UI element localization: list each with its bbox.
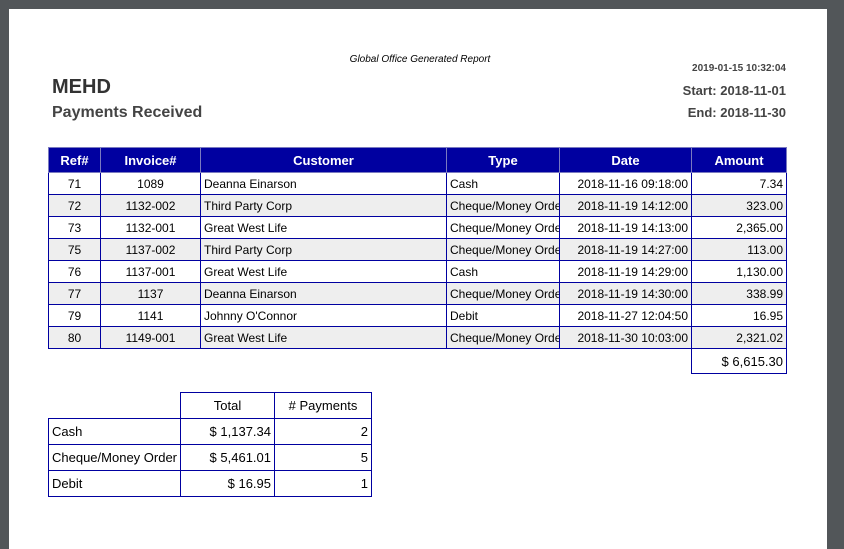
invoice-cell: 1149-001 [100,326,201,349]
summary-row: Debit $ 16.95 1 [48,470,372,497]
date-cell: 2018-11-19 14:13:00 [559,216,692,239]
invoice-cell: 1137 [100,282,201,305]
ref-cell: 76 [48,260,101,283]
column-header-invoice: Invoice# [100,147,201,173]
amount-cell: 1,130.00 [691,260,787,283]
report-start-date: Start: 2018-11-01 [682,83,786,98]
summary-header-payments: # Payments [274,392,372,419]
report-generated-label: Global Office Generated Report [349,54,491,65]
date-cell: 2018-11-30 10:03:00 [559,326,692,349]
customer-cell: Johnny O'Connor [200,304,447,327]
invoice-cell: 1141 [100,304,201,327]
column-header-ref: Ref# [48,147,101,173]
date-cell: 2018-11-19 14:29:00 [559,260,692,283]
payments-header-row: Ref# Invoice# Customer Type Date Amount [48,147,787,173]
type-cell: Cheque/Money Orde [446,194,560,217]
summary-total-cell: $ 1,137.34 [180,418,275,445]
ref-cell: 72 [48,194,101,217]
summary-total-cell: $ 5,461.01 [180,444,275,471]
summary-row: Cheque/Money Order $ 5,461.01 5 [48,444,372,471]
column-header-customer: Customer [200,147,447,173]
table-row: 79 1141 Johnny O'Connor Debit 2018-11-27… [48,304,787,327]
customer-cell: Third Party Corp [200,238,447,261]
amount-cell: 323.00 [691,194,787,217]
date-cell: 2018-11-19 14:12:00 [559,194,692,217]
table-row: 77 1137 Deanna Einarson Cheque/Money Ord… [48,282,787,305]
amount-cell: 2,321.02 [691,326,787,349]
column-header-type: Type [446,147,560,173]
date-cell: 2018-11-19 14:30:00 [559,282,692,305]
summary-type-cell: Cash [48,418,181,445]
summary-count-cell: 1 [274,470,372,497]
customer-cell: Deanna Einarson [200,282,447,305]
payments-table: Ref# Invoice# Customer Type Date Amount … [48,147,787,374]
organization-name: MEHD [52,76,111,98]
summary-header-total: Total [180,392,275,419]
ref-cell: 79 [48,304,101,327]
customer-cell: Deanna Einarson [200,172,447,195]
date-cell: 2018-11-27 12:04:50 [559,304,692,327]
date-cell: 2018-11-19 14:27:00 [559,238,692,261]
invoice-cell: 1137-002 [100,238,201,261]
summary-type-cell: Debit [48,470,181,497]
type-cell: Cash [446,260,560,283]
amount-cell: 2,365.00 [691,216,787,239]
date-cell: 2018-11-16 09:18:00 [559,172,692,195]
grand-total-row: $ 6,615.30 [49,348,787,374]
summary-total-cell: $ 16.95 [180,470,275,497]
type-cell: Cash [446,172,560,195]
table-row: 76 1137-001 Great West Life Cash 2018-11… [48,260,787,283]
customer-cell: Great West Life [200,260,447,283]
report-timestamp: 2019-01-15 10:32:04 [692,63,786,74]
table-row: 71 1089 Deanna Einarson Cash 2018-11-16 … [48,172,787,195]
type-cell: Cheque/Money Order [446,216,560,239]
type-cell: Debit [446,304,560,327]
invoice-cell: 1132-001 [100,216,201,239]
amount-cell: 113.00 [691,238,787,261]
ref-cell: 80 [48,326,101,349]
summary-type-cell: Cheque/Money Order [48,444,181,471]
invoice-cell: 1089 [100,172,201,195]
amount-cell: 16.95 [691,304,787,327]
summary-count-cell: 2 [274,418,372,445]
summary-row: Cash $ 1,137.34 2 [48,418,372,445]
summary-table: Total # Payments Cash $ 1,137.34 2 Chequ… [48,392,372,497]
table-row: 73 1132-001 Great West Life Cheque/Money… [48,216,787,239]
report-page: Global Office Generated Report MEHD Paym… [9,9,827,549]
type-cell: Cheque/Money Orde [446,282,560,305]
viewer-top-edge [0,0,844,9]
summary-header-blank [48,392,181,419]
summary-header-row: Total # Payments [48,392,372,419]
report-end-date: End: 2018-11-30 [687,105,786,120]
summary-count-cell: 5 [274,444,372,471]
viewer-right-edge [827,0,844,538]
type-cell: Cheque/Money Orde [446,326,560,349]
table-row: 72 1132-002 Third Party Corp Cheque/Mone… [48,194,787,217]
ref-cell: 77 [48,282,101,305]
column-header-amount: Amount [691,147,787,173]
type-cell: Cheque/Money Orde [446,238,560,261]
invoice-cell: 1137-001 [100,260,201,283]
ref-cell: 73 [48,216,101,239]
grand-total-amount: $ 6,615.30 [691,348,787,374]
ref-cell: 75 [48,238,101,261]
amount-cell: 338.99 [691,282,787,305]
customer-cell: Great West Life [200,216,447,239]
table-row: 75 1137-002 Third Party Corp Cheque/Mone… [48,238,787,261]
report-subtitle: Payments Received [52,104,203,121]
amount-cell: 7.34 [691,172,787,195]
customer-cell: Third Party Corp [200,194,447,217]
customer-cell: Great West Life [200,326,447,349]
ref-cell: 71 [48,172,101,195]
column-header-date: Date [559,147,692,173]
invoice-cell: 1132-002 [100,194,201,217]
table-row: 80 1149-001 Great West Life Cheque/Money… [48,326,787,349]
